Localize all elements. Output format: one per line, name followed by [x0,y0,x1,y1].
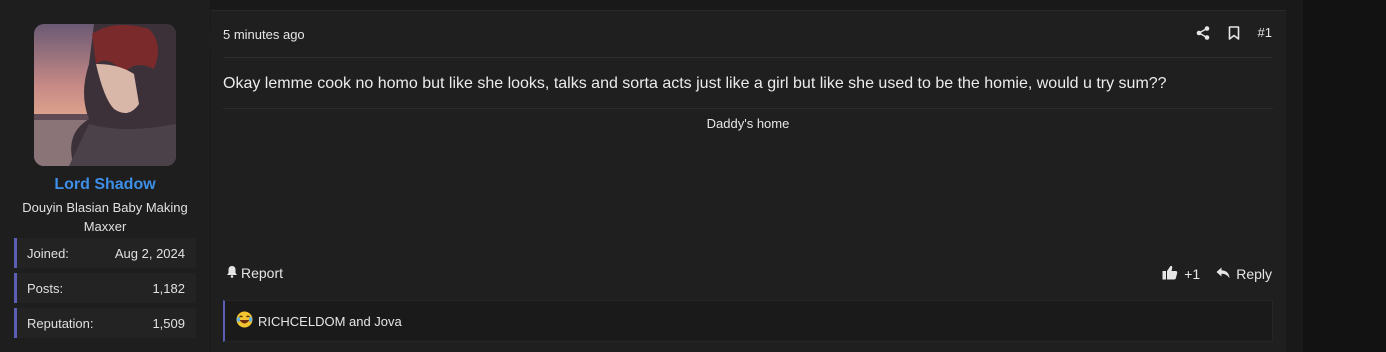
laughing-emoji-icon [236,311,253,331]
page-background-right [1303,0,1386,352]
post-timestamp[interactable]: 5 minutes ago [223,27,305,42]
stat-joined: Joined: Aug 2, 2024 [14,238,196,268]
user-signature: Daddy's home [706,116,790,131]
share-icon[interactable] [1196,25,1210,40]
post-body: Okay lemme cook no homo but like she loo… [223,75,1167,92]
stat-label: Posts: [27,280,64,296]
reactions-users[interactable]: RICHCELDOM and Jova [258,314,402,329]
post-pointer-arrow [201,30,211,50]
stat-label: Joined: [27,245,69,261]
signature-divider [223,108,1273,109]
reply-label: Reply [1236,266,1272,282]
like-button[interactable]: +1 [1162,265,1200,283]
post-header-actions: #1 [1196,25,1272,40]
bookmark-icon[interactable] [1228,25,1240,40]
stat-posts: Posts: 1,182 [14,273,196,303]
header-divider [223,57,1273,58]
reply-arrow-icon [1216,266,1230,282]
stat-value: 1,509 [152,315,185,331]
post-container: Lord Shadow Douyin Blasian Baby Making M… [0,0,1303,352]
bell-icon [226,265,238,281]
post-footer-actions: +1 Reply [1162,265,1272,283]
user-info-panel: Lord Shadow Douyin Blasian Baby Making M… [0,0,210,352]
avatar[interactable] [34,24,176,166]
post-number-link[interactable]: #1 [1258,25,1272,40]
stat-value: Aug 2, 2024 [114,245,185,261]
report-button[interactable]: Report [226,265,283,281]
thumbs-up-icon [1162,265,1178,283]
reactions-bar[interactable]: RICHCELDOM and Jova [223,300,1273,342]
stat-reputation: Reputation: 1,509 [14,308,196,338]
user-title: Douyin Blasian Baby Making Maxxer [22,200,188,234]
reaction-count: +1 [1184,266,1201,282]
report-label: Report [241,265,284,281]
post-main: 5 minutes ago #1 Okay lemme cook no homo… [211,10,1286,352]
stat-value: 1,182 [152,280,185,296]
username[interactable]: Lord Shadow [0,176,210,194]
stat-label: Reputation: [27,315,94,331]
reply-button[interactable]: Reply [1216,266,1272,282]
